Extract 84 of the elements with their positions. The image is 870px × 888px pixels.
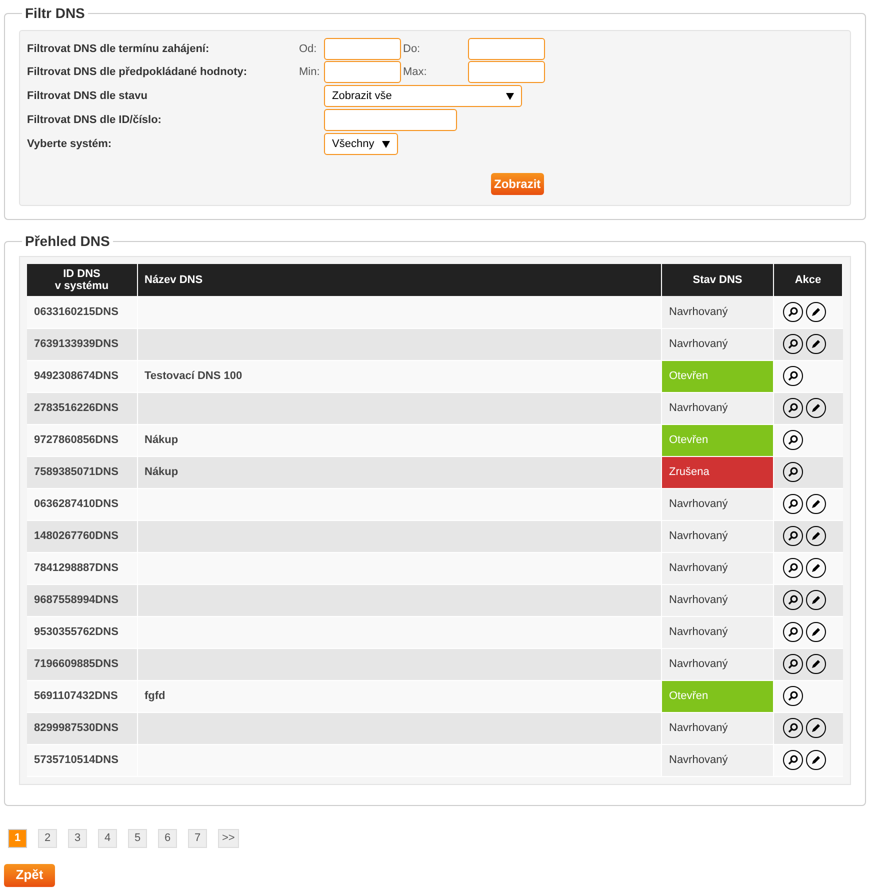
search-icon[interactable]	[783, 750, 803, 770]
filter-label: Filtrovat DNS dle stavu	[27, 88, 148, 104]
field-label: Max:	[402, 64, 428, 80]
search-icon[interactable]	[783, 718, 803, 738]
table-cell: 7196609885DNS	[27, 648, 137, 680]
table-cell: 0633160215DNS	[27, 296, 137, 328]
system-dropdown[interactable]: Všechny	[324, 133, 398, 155]
pencil-icon[interactable]	[806, 558, 826, 578]
pencil-icon[interactable]	[806, 494, 826, 514]
pencil-icon[interactable]	[806, 526, 826, 546]
section-title: Filtr DNS	[24, 4, 86, 23]
date-to-field[interactable]	[468, 38, 545, 60]
status-cell: Navrhovaný	[662, 712, 774, 744]
pencil-icon[interactable]	[806, 718, 826, 738]
search-icon[interactable]	[783, 558, 803, 578]
page-button[interactable]: 7	[188, 828, 207, 848]
table-cell: 9530355762DNS	[27, 616, 137, 648]
search-icon[interactable]	[783, 334, 803, 354]
status-cell: Navrhovaný	[662, 520, 774, 552]
pencil-icon[interactable]	[806, 654, 826, 674]
status-cell: Navrhovaný	[662, 296, 774, 328]
field-label: Do:	[402, 42, 422, 57]
status-cell: Navrhovaný	[662, 648, 774, 680]
search-icon[interactable]	[783, 686, 803, 706]
table-cell: 9727860856DNS	[27, 424, 137, 456]
status-cell: Navrhovaný	[662, 328, 774, 360]
status-cell: Navrhovaný	[662, 744, 774, 776]
table-cell: 5735710514DNS	[27, 744, 137, 776]
search-icon[interactable]	[783, 398, 803, 418]
max-value-field[interactable]	[468, 61, 545, 83]
field-label: Od:	[299, 42, 318, 57]
filter-label: Filtrovat DNS dle předpokládané hodnoty:	[27, 64, 248, 80]
search-icon[interactable]	[783, 462, 803, 482]
id-field[interactable]	[324, 109, 457, 131]
field-label: Min:	[299, 64, 321, 80]
search-icon[interactable]	[783, 366, 803, 386]
status-cell: Navrhovaný	[662, 488, 774, 520]
status-dropdown[interactable]: Zobrazit vše	[324, 85, 522, 107]
pencil-icon[interactable]	[806, 622, 826, 642]
filter-label: Filtrovat DNS dle termínu zahájení:	[27, 42, 210, 57]
table-cell: 0636287410DNS	[27, 488, 137, 520]
min-value-field[interactable]	[324, 61, 401, 83]
search-icon[interactable]	[783, 654, 803, 674]
table-cell: 9687558994DNS	[27, 584, 137, 616]
status-cell: Otevřen	[662, 424, 774, 456]
section-title: Přehled DNS	[24, 232, 111, 251]
dropdown-arrow-icon	[506, 92, 514, 100]
filter-label: Vyberte systém:	[27, 136, 113, 152]
status-cell: Navrhovaný	[662, 552, 774, 584]
search-icon[interactable]	[783, 590, 803, 610]
table-cell: 1480267760DNS	[27, 520, 137, 552]
status-cell: Navrhovaný	[662, 392, 774, 424]
table-cell: Testovací DNS 100	[144, 370, 242, 382]
filter-label: Filtrovat DNS dle ID/číslo:	[27, 112, 162, 128]
search-icon[interactable]	[783, 430, 803, 450]
pencil-icon[interactable]	[806, 302, 826, 322]
pencil-icon[interactable]	[806, 398, 826, 418]
pencil-icon[interactable]	[806, 334, 826, 354]
table-cell: 8299987530DNS	[27, 712, 137, 744]
page-button[interactable]: 2	[38, 828, 57, 848]
page-button[interactable]: >>	[218, 828, 239, 848]
status-cell: Navrhovaný	[662, 584, 774, 616]
table-cell: 7841298887DNS	[27, 552, 137, 584]
table-cell: 9492308674DNS	[27, 360, 137, 392]
table-cell: Nákup	[144, 434, 178, 446]
search-icon[interactable]	[783, 526, 803, 546]
page-button[interactable]: 5	[128, 828, 147, 848]
page-button[interactable]: 4	[98, 828, 117, 848]
search-icon[interactable]	[783, 494, 803, 514]
search-icon[interactable]	[783, 302, 803, 322]
search-icon[interactable]	[783, 622, 803, 642]
status-cell: Zrušena	[662, 456, 774, 488]
pencil-icon[interactable]	[806, 750, 826, 770]
table-cell: Nákup	[144, 466, 178, 478]
status-cell: Otevřen	[662, 360, 774, 392]
status-cell: Otevřen	[662, 680, 774, 712]
date-from-field[interactable]	[324, 38, 401, 60]
table-cell: fgfd	[144, 690, 166, 702]
table-cell: 5691107432DNS	[27, 680, 137, 712]
pencil-icon[interactable]	[806, 590, 826, 610]
dropdown-arrow-icon	[382, 140, 390, 148]
status-cell: Navrhovaný	[662, 616, 774, 648]
page-button[interactable]: 6	[158, 828, 177, 848]
page-button[interactable]: 3	[68, 828, 87, 848]
